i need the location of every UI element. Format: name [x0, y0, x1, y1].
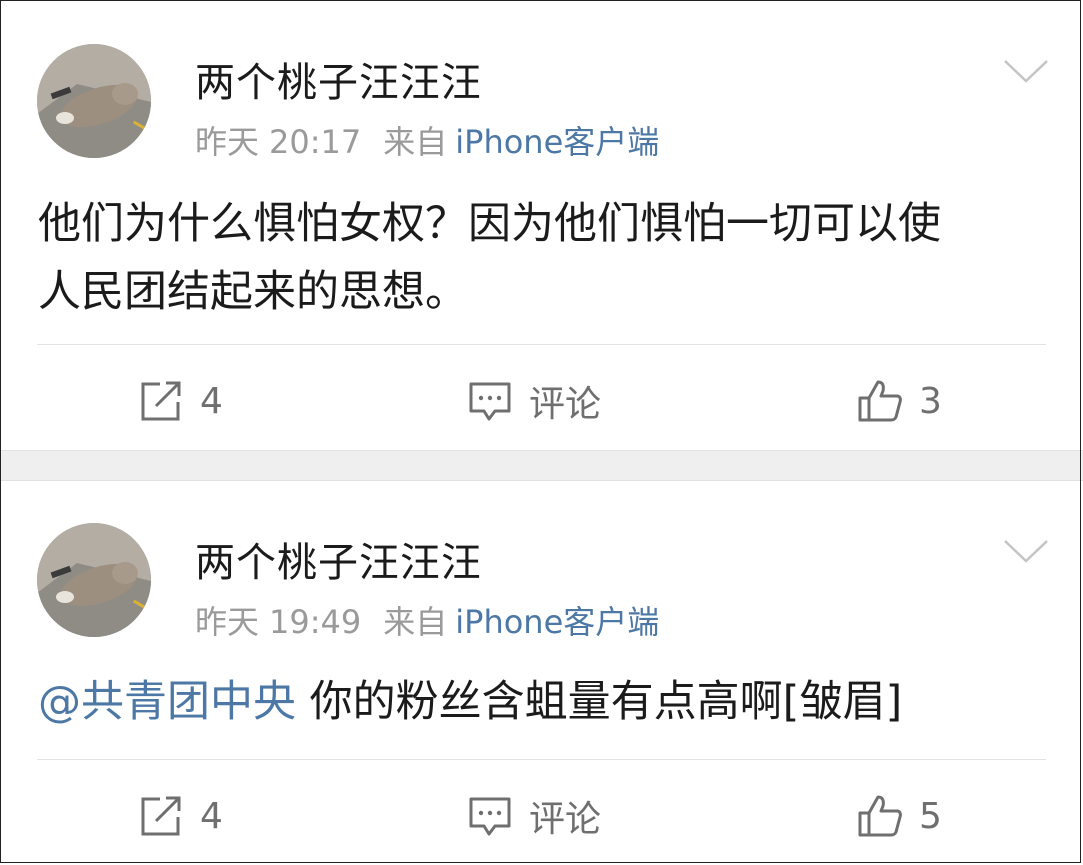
- post-content-line: 人民团结起来的思想。: [38, 267, 468, 317]
- thumbs-up-icon: [857, 378, 903, 424]
- post-content-text: 你的粉丝含蛆量有点高啊[皱眉]: [309, 677, 903, 727]
- chevron-down-icon[interactable]: [1003, 58, 1049, 84]
- comment-label: 评论: [529, 384, 602, 425]
- comment-button[interactable]: 评论: [467, 791, 601, 841]
- avatar-cat-image: [37, 523, 151, 637]
- like-count: 3: [919, 380, 942, 422]
- comment-label: 评论: [529, 799, 602, 840]
- like-button[interactable]: 5: [857, 791, 942, 841]
- like-count: 5: [919, 795, 942, 837]
- divider: [37, 759, 1046, 760]
- avatar[interactable]: [37, 523, 151, 637]
- username[interactable]: 两个桃子汪汪汪: [195, 530, 482, 588]
- username[interactable]: 两个桃子汪汪汪: [195, 50, 482, 108]
- comment-icon: [467, 378, 513, 424]
- repost-count: 4: [200, 380, 223, 422]
- repost-button[interactable]: 4: [138, 791, 223, 841]
- repost-count: 4: [200, 795, 223, 837]
- post-card: 两个桃子汪汪汪 昨天 19:49 来自 iPhone客户端 @共青团中央 你的粉丝含蛆…: [0, 481, 1083, 865]
- post-content: @共青团中央 你的粉丝含蛆量有点高啊[皱眉]: [38, 668, 1048, 736]
- post-content: 他们为什么惧怕女权？因为他们惧怕一切可以使 人民团结起来的思想。: [38, 190, 1048, 326]
- avatar[interactable]: [37, 44, 151, 158]
- post-separator: [0, 450, 1083, 481]
- post-time: 19:49: [269, 603, 362, 641]
- divider: [37, 344, 1046, 345]
- share-icon: [138, 378, 184, 424]
- thumbs-up-icon: [857, 793, 903, 839]
- mention-link[interactable]: @共青团中央: [38, 677, 296, 727]
- post-source[interactable]: iPhone客户端: [455, 123, 659, 161]
- comment-button[interactable]: 评论: [467, 376, 601, 426]
- post-source[interactable]: iPhone客户端: [455, 603, 659, 641]
- post-time: 20:17: [269, 123, 362, 161]
- post-meta: 昨天 19:49 来自 iPhone客户端: [195, 597, 659, 643]
- source-prefix: 来自: [383, 603, 448, 641]
- post-meta: 昨天 20:17 来自 iPhone客户端: [195, 117, 659, 163]
- repost-button[interactable]: 4: [138, 376, 223, 426]
- post-date: 昨天: [195, 603, 260, 641]
- comment-icon: [467, 793, 513, 839]
- like-button[interactable]: 3: [857, 376, 942, 426]
- post-content-line: 他们为什么惧怕女权？因为他们惧怕一切可以使: [38, 199, 941, 249]
- share-icon: [138, 793, 184, 839]
- post-date: 昨天: [195, 123, 260, 161]
- chevron-down-icon[interactable]: [1003, 538, 1049, 564]
- source-prefix: 来自: [383, 123, 448, 161]
- avatar-cat-image: [37, 44, 151, 158]
- post-card: 两个桃子汪汪汪 昨天 20:17 来自 iPhone客户端 他们为什么惧怕女权？因为他…: [0, 0, 1083, 450]
